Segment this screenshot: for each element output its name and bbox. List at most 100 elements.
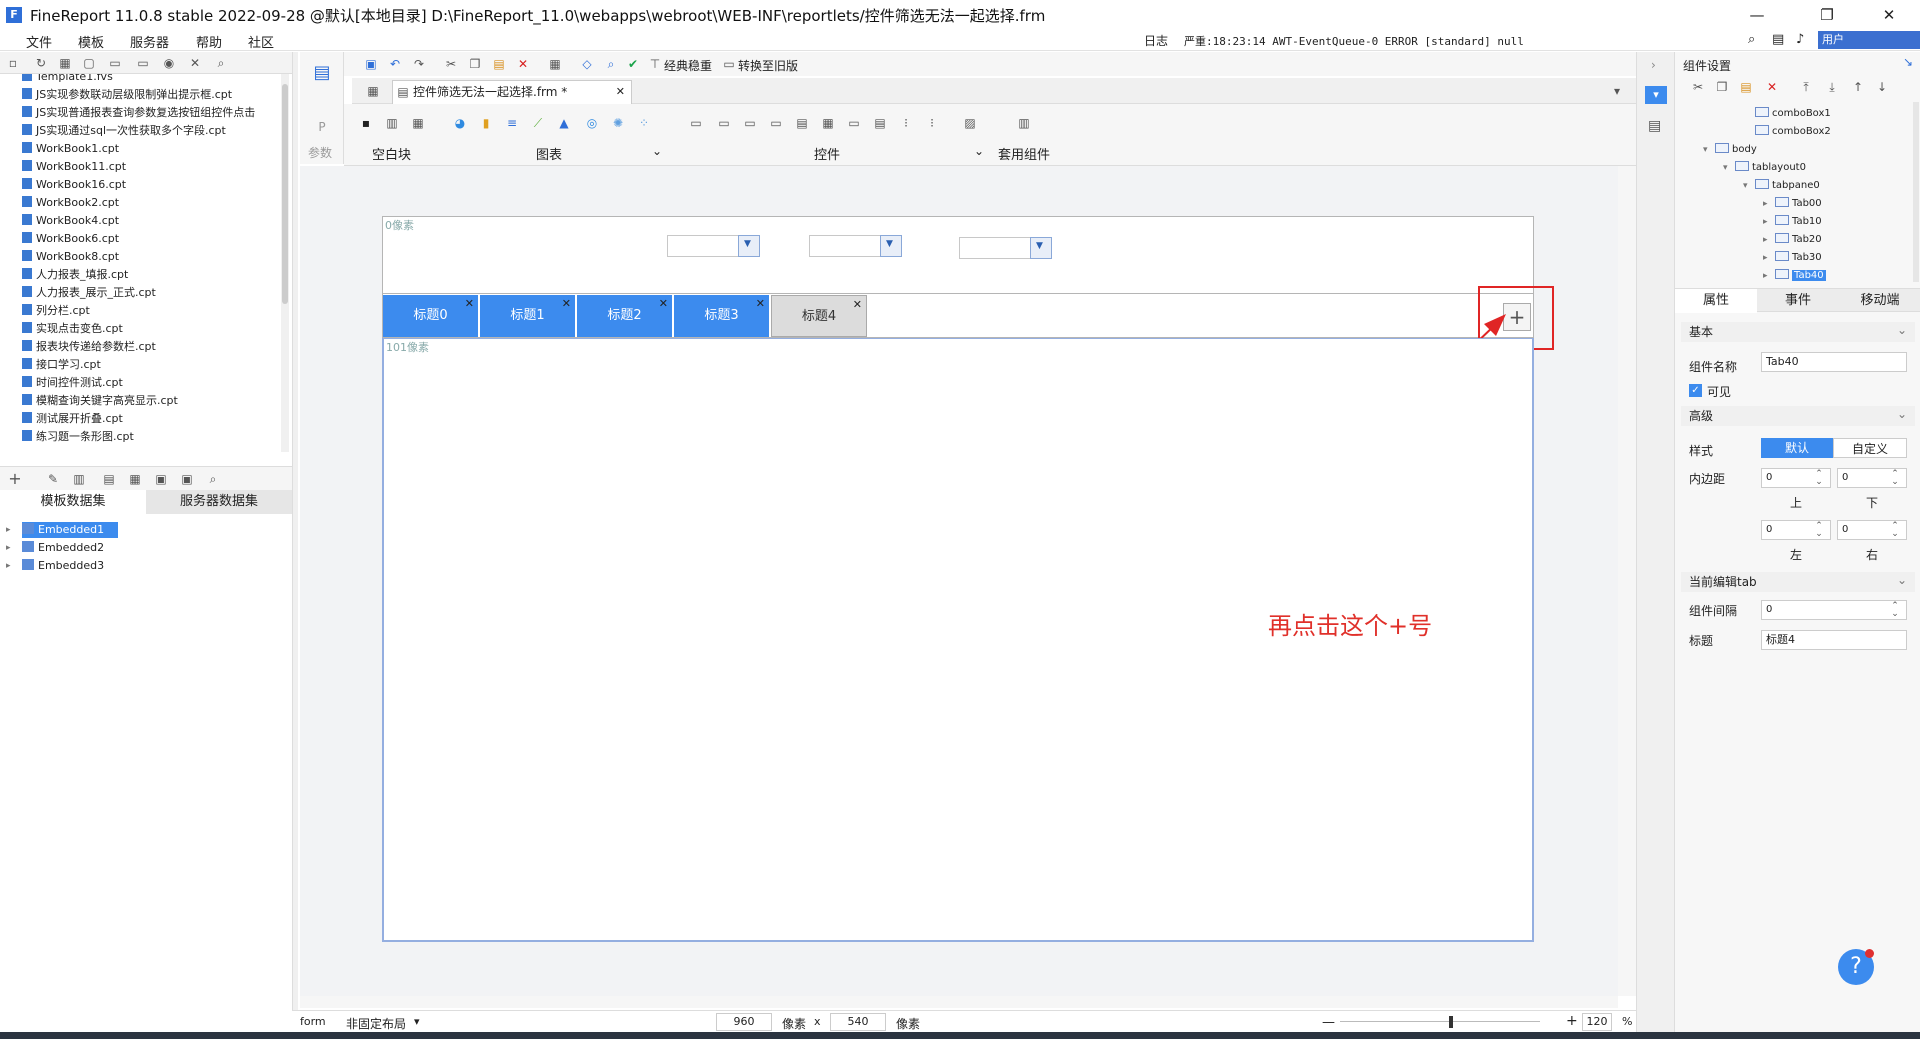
edit-icon[interactable]: ✎ [46,472,60,486]
close-tab-icon[interactable]: ✕ [659,297,668,311]
tree-node[interactable]: ▸ Tab00 [1763,196,1822,212]
check-icon[interactable]: ✔ [626,57,640,71]
zoom-in-icon[interactable]: + [1566,1013,1578,1029]
move-top-icon[interactable]: ⤒ [1799,80,1813,94]
number-widget-icon[interactable]: ▭ [716,116,732,132]
left-splitter[interactable] [292,52,298,1039]
component-name-input[interactable]: Tab40 [1761,352,1907,372]
style-custom-button[interactable]: 自定义 [1833,438,1907,458]
param-icon[interactable]: P [315,120,329,134]
close-tab-icon[interactable]: ✕ [756,297,765,311]
file-tree-item[interactable]: Template1.fvs [22,74,113,86]
radio-group-icon[interactable]: ⁝ [898,116,914,132]
file-tree-item[interactable]: JS实现参数联动层级限制弹出提示框.cpt [22,86,232,104]
close-window-button[interactable]: ✕ [1866,0,1912,30]
gauge-chart-icon[interactable]: ◎ [584,116,600,132]
collapse-icon[interactable]: ✕ [188,56,202,70]
canvas-tab-header[interactable]: 标题2 ✕ [577,295,673,337]
maximize-button[interactable]: ❐ [1804,0,1850,30]
widgets-expand-icon[interactable]: ⌄ [974,144,984,158]
tree-node[interactable]: ▸ Tab40 [1763,268,1826,284]
locate-icon[interactable]: ◉ [162,56,176,70]
zoom-out-icon[interactable]: — [1322,1015,1335,1030]
close-tab-icon[interactable]: ✕ [616,81,625,103]
file-tree-item[interactable]: JS实现普通报表查询参数复选按钮组控件点击 [22,104,255,122]
convert-icon[interactable]: ▭ [722,57,736,71]
preview-icon[interactable]: ▦ [548,57,562,71]
file-tree-item[interactable]: 时间控件测试.cpt [22,374,123,392]
combo-dropdown-icon[interactable] [880,235,902,257]
query-button-icon[interactable]: ▨ [962,116,978,132]
close-tab-icon[interactable]: ✕ [465,297,474,311]
collapse-right-icon[interactable]: › [1651,58,1656,72]
notes-icon[interactable]: ▤ [1772,32,1784,47]
cut-icon[interactable]: ✂ [444,57,458,71]
tab-title-input[interactable]: 标题4 [1761,630,1907,650]
file-tree-item[interactable]: 列分栏.cpt [22,302,90,320]
delete-icon[interactable]: ✕ [1765,80,1779,94]
pie-chart-icon[interactable]: ◕ [452,116,468,132]
textbox-widget-icon[interactable]: ▭ [688,116,704,132]
copy-icon[interactable]: ❐ [468,57,482,71]
file-tree-item[interactable]: WorkBook16.cpt [22,176,126,194]
expand-arrow-icon[interactable]: ▸ [6,558,11,574]
close-tab-icon[interactable]: ✕ [562,297,571,311]
lock-icon[interactable]: ▢ [82,56,96,70]
layout-dropdown-icon[interactable]: ▾ [414,1015,420,1028]
search-icon[interactable]: ⌕ [214,56,228,70]
save-icon[interactable]: ▣ [364,57,378,71]
bell-icon[interactable]: ♪ [1796,32,1804,47]
menu-file[interactable]: 文件 [26,32,52,51]
checkbox-group-icon[interactable]: ⁝ [924,116,940,132]
close-tab-icon[interactable]: ✕ [853,298,862,312]
padding-right-input[interactable]: 0 [1837,520,1907,540]
classic-theme-button[interactable]: 经典稳重 [664,57,712,74]
tree-toggle-icon[interactable]: ▾ [1703,142,1708,158]
zoom-track[interactable] [1340,1021,1540,1022]
component-settings-icon[interactable]: ▾ [1645,86,1667,104]
password-widget-icon[interactable]: ▭ [846,116,862,132]
file-tree-item[interactable]: JS实现通过sql一次性获取多个字段.cpt [22,122,226,140]
tree-toggle-icon[interactable]: ▾ [1723,160,1728,176]
move-up-icon[interactable]: ↑ [1851,80,1865,94]
button-widget-icon[interactable]: ▭ [742,116,758,132]
search-icon[interactable]: ⌕ [206,472,220,486]
refresh-icon[interactable]: ↻ [34,56,48,70]
pin-icon[interactable]: ↘ [1903,55,1913,69]
combo-box-2[interactable] [809,235,902,257]
tree-node[interactable]: ▸ Tab20 [1763,232,1822,248]
redo-icon[interactable]: ↷ [412,57,426,71]
layout-icon[interactable]: ▤ [1648,118,1661,134]
list-icon[interactable]: ▦ [58,56,72,70]
log-label[interactable]: 日志 [1144,32,1168,49]
template-icon[interactable]: ▤ [312,64,332,90]
file-tree-item[interactable]: 报表块传递给参数栏.cpt [22,338,156,356]
layout-select[interactable]: 非固定布局 [346,1015,406,1032]
visible-checkbox[interactable]: ✓ [1689,384,1702,397]
zoom-input[interactable]: 120 [1582,1013,1612,1031]
combo-dropdown-icon[interactable] [1030,237,1052,259]
canvas-tab-header[interactable]: 标题1 ✕ [480,295,576,337]
line-chart-icon[interactable]: ⟋ [530,116,546,132]
textarea-widget-icon[interactable]: ▤ [872,116,888,132]
height-input[interactable]: 540 [830,1013,886,1031]
editor-tab[interactable]: ▤ 控件筛选无法一起选择.frm * ✕ [392,80,632,104]
file-tree-item[interactable]: WorkBook6.cpt [22,230,119,248]
file-tree-item[interactable]: 实现点击变色.cpt [22,320,123,338]
file-tree-item[interactable]: 测试展开折叠.cpt [22,410,123,428]
tab-template-dataset[interactable]: 模板数据集 [0,490,146,514]
file-tree-scrollbar[interactable] [281,74,289,452]
bar-chart-icon[interactable]: ▮ [478,116,494,132]
tab-attributes[interactable]: 属性 [1675,289,1757,313]
tree-node[interactable]: comboBox2 [1755,124,1831,140]
padding-bottom-input[interactable]: 0 [1837,468,1907,488]
parameter-panel[interactable]: 0像素 [382,216,1534,294]
trash-icon[interactable]: ▥ [72,472,86,486]
tree-toggle-icon[interactable]: ▸ [1763,214,1768,230]
layout-block-icon[interactable]: ▥ [384,116,400,132]
tree-toggle-icon[interactable]: ▸ [1763,268,1768,284]
canvas-tab-header[interactable]: 标题4 ✕ [771,295,867,337]
copy-icon[interactable]: ▭ [136,56,150,70]
tab-events[interactable]: 事件 [1757,289,1839,313]
file-tree-item[interactable]: 接口学习.cpt [22,356,101,374]
